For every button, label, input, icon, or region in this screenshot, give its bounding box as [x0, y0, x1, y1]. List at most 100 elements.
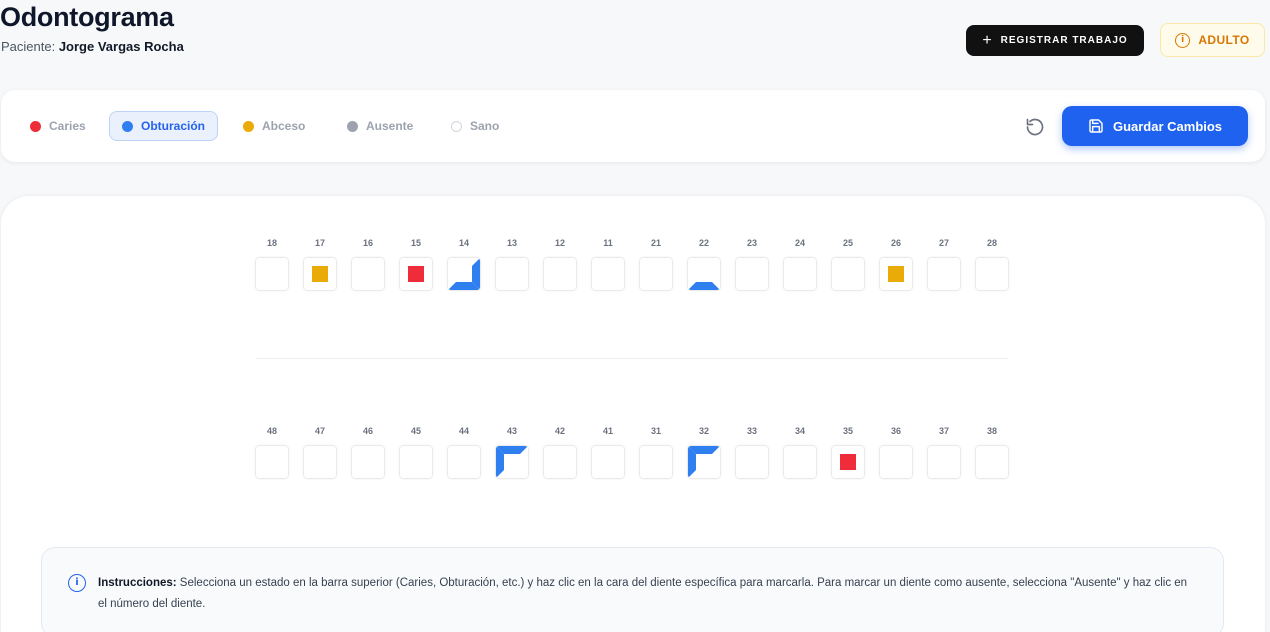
- tooth-number[interactable]: 45: [411, 424, 421, 438]
- tooth-number[interactable]: 13: [507, 236, 517, 250]
- tooth-25[interactable]: 25: [832, 236, 864, 290]
- tooth-16[interactable]: 16: [352, 236, 384, 290]
- tooth-surface[interactable]: [448, 258, 480, 290]
- tooth-surface[interactable]: [256, 258, 288, 290]
- tooth-surface[interactable]: [976, 258, 1008, 290]
- tooth-surface[interactable]: [880, 446, 912, 478]
- tooth-surface[interactable]: [304, 446, 336, 478]
- tooth-38[interactable]: 38: [976, 424, 1008, 478]
- tooth-number[interactable]: 44: [459, 424, 469, 438]
- tooth-34[interactable]: 34: [784, 424, 816, 478]
- tooth-13[interactable]: 13: [496, 236, 528, 290]
- tooth-46[interactable]: 46: [352, 424, 384, 478]
- tooth-surface[interactable]: [832, 258, 864, 290]
- tooth-surface[interactable]: [784, 446, 816, 478]
- tooth-number[interactable]: 35: [843, 424, 853, 438]
- tooth-number[interactable]: 33: [747, 424, 757, 438]
- tooth-45[interactable]: 45: [400, 424, 432, 478]
- tooth-surface[interactable]: [928, 258, 960, 290]
- tooth-43[interactable]: 43: [496, 424, 528, 478]
- tooth-surface[interactable]: [592, 446, 624, 478]
- status-caries[interactable]: Caries: [18, 111, 98, 141]
- tooth-surface[interactable]: [592, 258, 624, 290]
- tooth-number[interactable]: 26: [891, 236, 901, 250]
- tooth-42[interactable]: 42: [544, 424, 576, 478]
- tooth-17[interactable]: 17: [304, 236, 336, 290]
- tooth-surface[interactable]: [736, 446, 768, 478]
- save-changes-button[interactable]: Guardar Cambios: [1062, 106, 1248, 146]
- tooth-number[interactable]: 12: [555, 236, 565, 250]
- tooth-35[interactable]: 35: [832, 424, 864, 478]
- status-ausente[interactable]: Ausente: [335, 111, 425, 141]
- tooth-number[interactable]: 42: [555, 424, 565, 438]
- tooth-47[interactable]: 47: [304, 424, 336, 478]
- tooth-26[interactable]: 26: [880, 236, 912, 290]
- tooth-surface[interactable]: [928, 446, 960, 478]
- undo-button[interactable]: [1023, 115, 1047, 139]
- tooth-number[interactable]: 18: [267, 236, 277, 250]
- tooth-15[interactable]: 15: [400, 236, 432, 290]
- tooth-32[interactable]: 32: [688, 424, 720, 478]
- tooth-18[interactable]: 18: [256, 236, 288, 290]
- tooth-surface[interactable]: [640, 446, 672, 478]
- tooth-number[interactable]: 36: [891, 424, 901, 438]
- age-badge[interactable]: i ADULTO: [1160, 23, 1265, 57]
- tooth-number[interactable]: 11: [603, 236, 613, 250]
- tooth-surface[interactable]: [352, 258, 384, 290]
- tooth-surface[interactable]: [352, 446, 384, 478]
- status-abceso[interactable]: Abceso: [231, 111, 317, 141]
- tooth-number[interactable]: 21: [651, 236, 661, 250]
- tooth-21[interactable]: 21: [640, 236, 672, 290]
- tooth-number[interactable]: 22: [699, 236, 709, 250]
- tooth-12[interactable]: 12: [544, 236, 576, 290]
- tooth-surface[interactable]: [640, 258, 672, 290]
- tooth-number[interactable]: 47: [315, 424, 325, 438]
- tooth-number[interactable]: 16: [363, 236, 373, 250]
- tooth-number[interactable]: 43: [507, 424, 517, 438]
- tooth-41[interactable]: 41: [592, 424, 624, 478]
- tooth-number[interactable]: 27: [939, 236, 949, 250]
- tooth-surface[interactable]: [544, 258, 576, 290]
- tooth-number[interactable]: 25: [843, 236, 853, 250]
- tooth-27[interactable]: 27: [928, 236, 960, 290]
- tooth-surface[interactable]: [688, 258, 720, 290]
- tooth-number[interactable]: 23: [747, 236, 757, 250]
- tooth-37[interactable]: 37: [928, 424, 960, 478]
- tooth-surface[interactable]: [448, 446, 480, 478]
- tooth-surface[interactable]: [400, 258, 432, 290]
- tooth-11[interactable]: 11: [592, 236, 624, 290]
- tooth-number[interactable]: 32: [699, 424, 709, 438]
- tooth-number[interactable]: 46: [363, 424, 373, 438]
- tooth-number[interactable]: 24: [795, 236, 805, 250]
- tooth-22[interactable]: 22: [688, 236, 720, 290]
- tooth-surface[interactable]: [880, 258, 912, 290]
- tooth-24[interactable]: 24: [784, 236, 816, 290]
- tooth-surface[interactable]: [688, 446, 720, 478]
- tooth-surface[interactable]: [544, 446, 576, 478]
- tooth-number[interactable]: 17: [315, 236, 325, 250]
- tooth-33[interactable]: 33: [736, 424, 768, 478]
- tooth-number[interactable]: 37: [939, 424, 949, 438]
- tooth-23[interactable]: 23: [736, 236, 768, 290]
- tooth-surface[interactable]: [304, 258, 336, 290]
- tooth-surface[interactable]: [736, 258, 768, 290]
- tooth-48[interactable]: 48: [256, 424, 288, 478]
- tooth-surface[interactable]: [256, 446, 288, 478]
- tooth-surface[interactable]: [400, 446, 432, 478]
- tooth-number[interactable]: 31: [651, 424, 661, 438]
- tooth-number[interactable]: 38: [987, 424, 997, 438]
- tooth-number[interactable]: 41: [603, 424, 613, 438]
- tooth-surface[interactable]: [496, 446, 528, 478]
- tooth-number[interactable]: 34: [795, 424, 805, 438]
- tooth-31[interactable]: 31: [640, 424, 672, 478]
- tooth-14[interactable]: 14: [448, 236, 480, 290]
- status-obturacion[interactable]: Obturación: [109, 111, 219, 141]
- tooth-number[interactable]: 15: [411, 236, 421, 250]
- tooth-number[interactable]: 28: [987, 236, 997, 250]
- tooth-surface[interactable]: [496, 258, 528, 290]
- tooth-surface[interactable]: [784, 258, 816, 290]
- tooth-28[interactable]: 28: [976, 236, 1008, 290]
- tooth-number[interactable]: 48: [267, 424, 277, 438]
- tooth-surface[interactable]: [976, 446, 1008, 478]
- tooth-number[interactable]: 14: [459, 236, 469, 250]
